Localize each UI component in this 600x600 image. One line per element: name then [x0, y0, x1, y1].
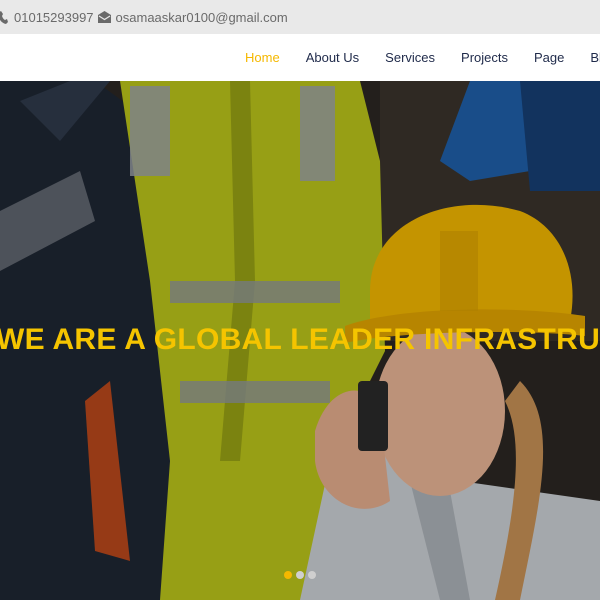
- slider-dot-3[interactable]: [308, 571, 316, 579]
- nav-menu: Home About Us Services Projects Page Blo…: [245, 34, 600, 81]
- phone-number: 01015293997: [14, 9, 94, 25]
- email-contact[interactable]: osamaaskar0100@gmail.com: [94, 10, 288, 25]
- phone-contact[interactable]: 01015293997: [0, 10, 94, 25]
- nav-item-services[interactable]: Services: [385, 50, 435, 65]
- nav-item-projects[interactable]: Projects: [461, 50, 508, 65]
- email-address: osamaaskar0100@gmail.com: [115, 9, 288, 25]
- nav-item-blog[interactable]: Blog: [590, 50, 600, 65]
- nav-item-home[interactable]: Home: [245, 50, 280, 65]
- nav-item-about-us[interactable]: About Us: [306, 50, 359, 65]
- envelope-icon: [97, 11, 111, 23]
- phone-icon: [0, 10, 8, 24]
- top-contact-bar: 01015293997 osamaaskar0100@gmail.com: [0, 0, 600, 34]
- slider-pagination: [284, 571, 316, 579]
- nav-item-page[interactable]: Page: [534, 50, 564, 65]
- main-navbar: Home About Us Services Projects Page Blo…: [0, 34, 600, 81]
- hero-headline: WE ARE A GLOBAL LEADER INFRASTRUCTURE: [0, 323, 600, 356]
- slider-dot-1[interactable]: [284, 571, 292, 579]
- slider-dot-2[interactable]: [296, 571, 304, 579]
- hero-slider: WE ARE A GLOBAL LEADER INFRASTRUCTURE: [0, 81, 600, 600]
